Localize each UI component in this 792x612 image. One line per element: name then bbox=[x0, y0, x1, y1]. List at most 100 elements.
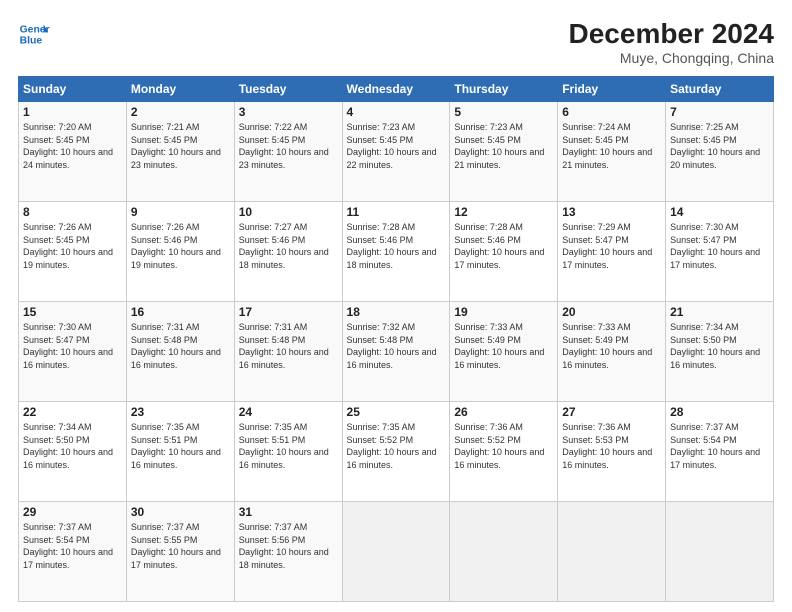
day-info: Sunrise: 7:26 AMSunset: 5:46 PMDaylight:… bbox=[131, 221, 230, 271]
page: General Blue December 2024 Muye, Chongqi… bbox=[0, 0, 792, 612]
day-cell: 16Sunrise: 7:31 AMSunset: 5:48 PMDayligh… bbox=[126, 302, 234, 402]
day-cell: 30 Sunrise: 7:37 AMSunset: 5:55 PMDayligh… bbox=[126, 502, 234, 602]
day-cell: 9 Sunrise: 7:26 AMSunset: 5:46 PMDaylight… bbox=[126, 202, 234, 302]
day-cell: 22Sunrise: 7:34 AMSunset: 5:50 PMDayligh… bbox=[19, 402, 127, 502]
day-number: 20 bbox=[562, 305, 661, 319]
day-cell: 11Sunrise: 7:28 AMSunset: 5:46 PMDayligh… bbox=[342, 202, 450, 302]
title-block: December 2024 Muye, Chongqing, China bbox=[569, 18, 774, 66]
week-row-4: 22Sunrise: 7:34 AMSunset: 5:50 PMDayligh… bbox=[19, 402, 774, 502]
day-cell: 2 Sunrise: 7:21 AMSunset: 5:45 PMDaylight… bbox=[126, 102, 234, 202]
col-wednesday: Wednesday bbox=[342, 77, 450, 102]
week-row-3: 15 Sunrise: 7:30 AMSunset: 5:47 PMDayligh… bbox=[19, 302, 774, 402]
main-title: December 2024 bbox=[569, 18, 774, 50]
day-info: Sunrise: 7:35 AMSunset: 5:51 PMDaylight:… bbox=[239, 421, 338, 471]
day-cell: 8Sunrise: 7:26 AMSunset: 5:45 PMDaylight… bbox=[19, 202, 127, 302]
col-tuesday: Tuesday bbox=[234, 77, 342, 102]
day-cell bbox=[558, 502, 666, 602]
day-cell: 19 Sunrise: 7:33 AMSunset: 5:49 PMDayligh… bbox=[450, 302, 558, 402]
day-number: 5 bbox=[454, 105, 553, 119]
day-cell: 15 Sunrise: 7:30 AMSunset: 5:47 PMDayligh… bbox=[19, 302, 127, 402]
day-cell bbox=[666, 502, 774, 602]
day-info: Sunrise: 7:34 AMSunset: 5:50 PMDaylight:… bbox=[670, 321, 769, 371]
day-info: Sunrise: 7:23 AMSunset: 5:45 PMDaylight:… bbox=[347, 121, 446, 171]
day-cell: 18 Sunrise: 7:32 AMSunset: 5:48 PMDayligh… bbox=[342, 302, 450, 402]
day-number: 13 bbox=[562, 205, 661, 219]
day-number: 24 bbox=[239, 405, 338, 419]
day-info: Sunrise: 7:23 AMSunset: 5:45 PMDaylight:… bbox=[454, 121, 553, 171]
day-number: 10 bbox=[239, 205, 338, 219]
day-cell: 10Sunrise: 7:27 AMSunset: 5:46 PMDayligh… bbox=[234, 202, 342, 302]
col-saturday: Saturday bbox=[666, 77, 774, 102]
day-info: Sunrise: 7:37 AMSunset: 5:55 PMDaylight:… bbox=[131, 521, 230, 571]
day-info: Sunrise: 7:21 AMSunset: 5:45 PMDaylight:… bbox=[131, 121, 230, 171]
day-cell: 1 Sunrise: 7:20 AMSunset: 5:45 PMDaylight… bbox=[19, 102, 127, 202]
subtitle: Muye, Chongqing, China bbox=[569, 50, 774, 66]
logo: General Blue bbox=[18, 18, 50, 50]
day-info: Sunrise: 7:33 AMSunset: 5:49 PMDaylight:… bbox=[562, 321, 661, 371]
day-number: 30 bbox=[131, 505, 230, 519]
day-info: Sunrise: 7:25 AMSunset: 5:45 PMDaylight:… bbox=[670, 121, 769, 171]
calendar-table: Sunday Monday Tuesday Wednesday Thursday… bbox=[18, 76, 774, 602]
day-number: 18 bbox=[347, 305, 446, 319]
day-info: Sunrise: 7:26 AMSunset: 5:45 PMDaylight:… bbox=[23, 221, 122, 271]
day-info: Sunrise: 7:24 AMSunset: 5:45 PMDaylight:… bbox=[562, 121, 661, 171]
col-sunday: Sunday bbox=[19, 77, 127, 102]
day-number: 27 bbox=[562, 405, 661, 419]
day-info: Sunrise: 7:37 AMSunset: 5:54 PMDaylight:… bbox=[23, 521, 122, 571]
day-cell: 5 Sunrise: 7:23 AMSunset: 5:45 PMDaylight… bbox=[450, 102, 558, 202]
day-info: Sunrise: 7:31 AMSunset: 5:48 PMDaylight:… bbox=[131, 321, 230, 371]
day-number: 22 bbox=[23, 405, 122, 419]
day-info: Sunrise: 7:35 AMSunset: 5:52 PMDaylight:… bbox=[347, 421, 446, 471]
day-info: Sunrise: 7:37 AMSunset: 5:56 PMDaylight:… bbox=[239, 521, 338, 571]
week-row-5: 29Sunrise: 7:37 AMSunset: 5:54 PMDayligh… bbox=[19, 502, 774, 602]
day-number: 3 bbox=[239, 105, 338, 119]
day-cell: 4 Sunrise: 7:23 AMSunset: 5:45 PMDaylight… bbox=[342, 102, 450, 202]
day-cell bbox=[450, 502, 558, 602]
day-info: Sunrise: 7:36 AMSunset: 5:53 PMDaylight:… bbox=[562, 421, 661, 471]
day-cell: 24 Sunrise: 7:35 AMSunset: 5:51 PMDayligh… bbox=[234, 402, 342, 502]
day-cell: 25 Sunrise: 7:35 AMSunset: 5:52 PMDayligh… bbox=[342, 402, 450, 502]
day-cell: 13Sunrise: 7:29 AMSunset: 5:47 PMDayligh… bbox=[558, 202, 666, 302]
day-number: 4 bbox=[347, 105, 446, 119]
day-number: 21 bbox=[670, 305, 769, 319]
day-cell: 31 Sunrise: 7:37 AMSunset: 5:56 PMDayligh… bbox=[234, 502, 342, 602]
col-monday: Monday bbox=[126, 77, 234, 102]
day-cell: 3 Sunrise: 7:22 AMSunset: 5:45 PMDaylight… bbox=[234, 102, 342, 202]
day-number: 26 bbox=[454, 405, 553, 419]
day-info: Sunrise: 7:35 AMSunset: 5:51 PMDaylight:… bbox=[131, 421, 230, 471]
header-row: Sunday Monday Tuesday Wednesday Thursday… bbox=[19, 77, 774, 102]
day-info: Sunrise: 7:22 AMSunset: 5:45 PMDaylight:… bbox=[239, 121, 338, 171]
day-info: Sunrise: 7:28 AMSunset: 5:46 PMDaylight:… bbox=[347, 221, 446, 271]
day-cell: 28Sunrise: 7:37 AMSunset: 5:54 PMDayligh… bbox=[666, 402, 774, 502]
day-cell: 29Sunrise: 7:37 AMSunset: 5:54 PMDayligh… bbox=[19, 502, 127, 602]
day-number: 6 bbox=[562, 105, 661, 119]
logo-icon: General Blue bbox=[18, 18, 50, 50]
day-cell bbox=[342, 502, 450, 602]
day-number: 19 bbox=[454, 305, 553, 319]
day-info: Sunrise: 7:28 AMSunset: 5:46 PMDaylight:… bbox=[454, 221, 553, 271]
day-cell: 12 Sunrise: 7:28 AMSunset: 5:46 PMDayligh… bbox=[450, 202, 558, 302]
day-number: 15 bbox=[23, 305, 122, 319]
day-info: Sunrise: 7:30 AMSunset: 5:47 PMDaylight:… bbox=[23, 321, 122, 371]
day-info: Sunrise: 7:36 AMSunset: 5:52 PMDaylight:… bbox=[454, 421, 553, 471]
day-info: Sunrise: 7:32 AMSunset: 5:48 PMDaylight:… bbox=[347, 321, 446, 371]
week-row-1: 1 Sunrise: 7:20 AMSunset: 5:45 PMDaylight… bbox=[19, 102, 774, 202]
day-info: Sunrise: 7:37 AMSunset: 5:54 PMDaylight:… bbox=[670, 421, 769, 471]
day-number: 2 bbox=[131, 105, 230, 119]
day-info: Sunrise: 7:30 AMSunset: 5:47 PMDaylight:… bbox=[670, 221, 769, 271]
day-number: 25 bbox=[347, 405, 446, 419]
day-cell: 6 Sunrise: 7:24 AMSunset: 5:45 PMDaylight… bbox=[558, 102, 666, 202]
day-cell: 21 Sunrise: 7:34 AMSunset: 5:50 PMDayligh… bbox=[666, 302, 774, 402]
day-number: 12 bbox=[454, 205, 553, 219]
day-number: 17 bbox=[239, 305, 338, 319]
day-number: 31 bbox=[239, 505, 338, 519]
day-number: 9 bbox=[131, 205, 230, 219]
day-cell: 14Sunrise: 7:30 AMSunset: 5:47 PMDayligh… bbox=[666, 202, 774, 302]
day-info: Sunrise: 7:33 AMSunset: 5:49 PMDaylight:… bbox=[454, 321, 553, 371]
day-cell: 23Sunrise: 7:35 AMSunset: 5:51 PMDayligh… bbox=[126, 402, 234, 502]
svg-text:Blue: Blue bbox=[20, 36, 43, 47]
day-number: 7 bbox=[670, 105, 769, 119]
day-info: Sunrise: 7:20 AMSunset: 5:45 PMDaylight:… bbox=[23, 121, 122, 171]
day-number: 1 bbox=[23, 105, 122, 119]
day-cell: 26 Sunrise: 7:36 AMSunset: 5:52 PMDayligh… bbox=[450, 402, 558, 502]
